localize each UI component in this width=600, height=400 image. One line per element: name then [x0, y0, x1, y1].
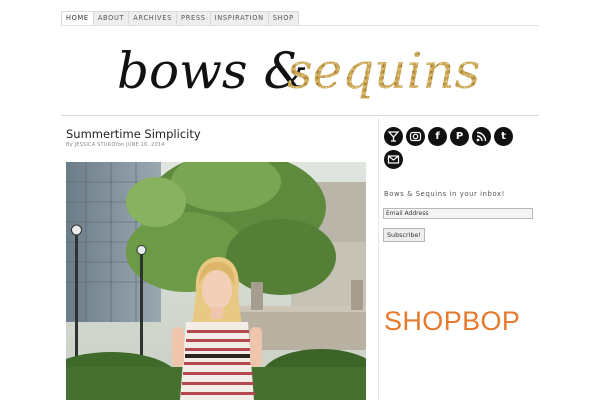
pinterest-icon[interactable]: P — [450, 127, 469, 146]
outfit-photo — [66, 162, 366, 400]
meta-by: By — [66, 142, 73, 148]
post-meta: By JESSICA STURDYon JUNE 16, 2014 — [66, 142, 165, 148]
newsletter-label: Bows & Sequins in your inbox! — [384, 190, 505, 198]
nav-item-home[interactable]: HOME — [61, 11, 93, 26]
email-icon[interactable] — [384, 150, 403, 169]
site-header[interactable]: bows & sequins — [61, 26, 539, 114]
header-divider — [61, 115, 539, 116]
logo-sequins-text: sequins — [287, 42, 480, 100]
tumblr-icon[interactable]: t — [494, 127, 513, 146]
rss-icon[interactable] — [472, 127, 491, 146]
martini-icon[interactable] — [384, 127, 403, 146]
site-logo[interactable]: bows & sequins — [61, 26, 539, 114]
nav-item-press[interactable]: PRESS — [176, 11, 210, 26]
shopbop-ad[interactable]: SHOPBOP — [384, 306, 520, 337]
meta-on: on — [117, 142, 125, 148]
nav-item-inspiration[interactable]: INSPIRATION — [209, 11, 268, 26]
post-date: JUNE 16, 2014 — [126, 142, 165, 148]
camera-icon[interactable] — [406, 127, 425, 146]
subscribe-button[interactable]: Subscribe! — [383, 228, 425, 242]
nav-item-archives[interactable]: ARCHIVES — [128, 11, 177, 26]
post-author[interactable]: JESSICA STURDY — [75, 142, 118, 148]
nav-item-shop[interactable]: SHOP — [267, 11, 299, 26]
main-nav: HOME ABOUT ARCHIVES PRESS INSPIRATION SH… — [61, 11, 299, 26]
post-title[interactable]: Summertime Simplicity — [66, 127, 201, 141]
logo-bows-text: bows & — [117, 42, 308, 100]
post-photo[interactable] — [66, 162, 366, 400]
nav-item-about[interactable]: ABOUT — [92, 11, 129, 26]
sidebar-divider — [378, 118, 379, 400]
email-field[interactable]: Email Address — [383, 208, 533, 219]
facebook-icon[interactable]: f — [428, 127, 447, 146]
